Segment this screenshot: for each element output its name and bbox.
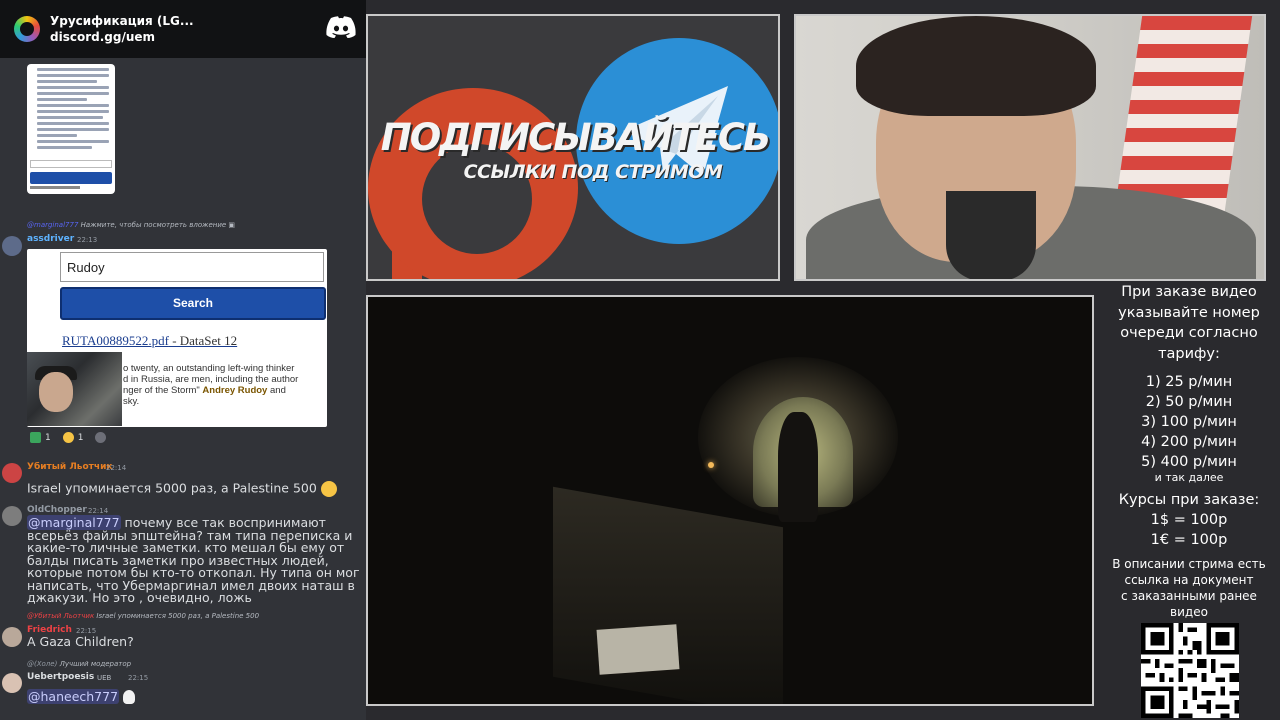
username[interactable]: Uebertpoesis (27, 672, 94, 682)
avatar[interactable] (2, 673, 22, 693)
reaction[interactable]: 1 (60, 431, 87, 444)
laughing-emoji-icon (62, 432, 74, 443)
timestamp: 22:14 (88, 507, 109, 515)
user-tag: UEB (97, 674, 112, 682)
avatar[interactable] (2, 506, 22, 526)
user-mention[interactable]: @haneech777 (27, 688, 120, 704)
avatar[interactable] (2, 627, 22, 647)
image-attachment-phone-screenshot[interactable] (27, 64, 115, 194)
green-flag-emoji-icon (30, 432, 41, 443)
streamer-facecam-inset (27, 352, 122, 426)
username[interactable]: Убитый Льотчик (27, 462, 112, 472)
reply-preview[interactable]: @(Холе) Лучший модератор (27, 660, 131, 668)
result-snippet: o twenty, an outstanding left-wing think… (123, 363, 299, 407)
message-text: @haneech777 (27, 688, 136, 704)
search-input-screenshot: Rudoy (60, 252, 324, 282)
image-icon: ▣ (228, 221, 236, 229)
description-note: В описании стрима есть ссылка на докумен… (1112, 557, 1266, 619)
reply-preview[interactable]: @marginal777 Нажмите, чтобы посмотреть в… (27, 221, 235, 229)
tariff-heading: При заказе видео указывайте номер очеред… (1118, 284, 1260, 362)
exchange-rates: Курсы при заказе: 1$ = 100р 1€ = 100р (1118, 492, 1260, 548)
username[interactable]: OldChopper (27, 505, 87, 515)
message-text: A Gaza Children? (27, 634, 134, 649)
qr-code-icon (1141, 623, 1239, 718)
avatar[interactable] (2, 463, 22, 483)
tariff-rates: 1) 25 р/мин 2) 50 р/мин 3) 100 р/мин 4) … (1141, 374, 1237, 470)
reaction[interactable]: 1 (27, 431, 54, 444)
discord-logo-icon (326, 16, 356, 38)
server-icon (14, 16, 40, 42)
result-link: RUTA00889522.pdf - DataSet 12 (62, 333, 238, 348)
avatar[interactable] (2, 236, 22, 256)
subscribe-subline: ССЫЛКИ ПОД СТРИМОМ (463, 161, 723, 183)
reactions-bar: 1 1 (27, 431, 109, 444)
tariff-info: При заказе видео указывайте номер очеред… (1098, 282, 1280, 620)
server-invite-link[interactable]: discord.gg/uem (50, 29, 194, 45)
timestamp: 22:13 (77, 236, 98, 244)
tariff-more: и так далее (1154, 471, 1224, 484)
ghost-emoji-icon (123, 690, 136, 704)
stream-layout: Урусификация (LG... discord.gg/uem @marg… (0, 0, 1280, 720)
timestamp: 22:14 (106, 464, 127, 472)
username[interactable]: assdriver (27, 234, 74, 244)
subscribe-headline: ПОДПИСЫВАЙТЕСЬ (380, 116, 771, 159)
server-header[interactable]: Урусификация (LG... discord.gg/uem (0, 0, 366, 58)
main-video-player[interactable] (366, 295, 1094, 706)
discord-chat-panel: Урусификация (LG... discord.gg/uem @marg… (0, 0, 366, 720)
reply-preview[interactable]: @Убитый Льотчик Israel упоминается 5000 … (27, 612, 259, 620)
streamer-webcam (794, 14, 1266, 281)
timestamp: 22:15 (128, 674, 149, 682)
message-text: @marginal777 почему все так воспринимают… (27, 515, 360, 605)
add-reaction-button[interactable] (92, 431, 109, 444)
subscribe-banner: ПОДПИСЫВАЙТЕСЬ ССЫЛКИ ПОД СТРИМОМ (366, 14, 780, 281)
server-name: Урусификация (LG... (50, 14, 194, 28)
add-reaction-icon (95, 432, 107, 443)
search-button-screenshot: Search (60, 287, 326, 320)
message-text: Israel упоминается 5000 раз, а Palestine… (27, 481, 357, 497)
grimace-emoji-icon (320, 481, 337, 497)
